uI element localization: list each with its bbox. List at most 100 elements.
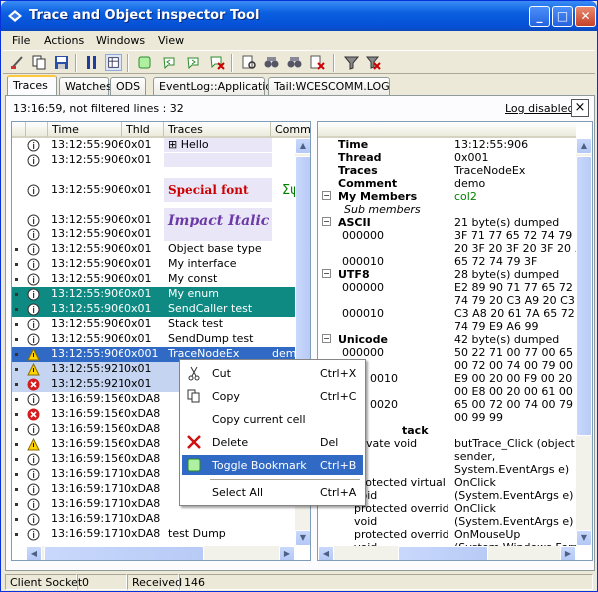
table-row[interactable]: 13:12:55:906 0x01 My const xyxy=(12,272,295,287)
tab-watches[interactable]: Watches xyxy=(59,77,112,95)
save-icon[interactable] xyxy=(53,54,70,71)
menu-view[interactable]: View xyxy=(158,34,184,47)
tab-eventlog[interactable]: EventLog::Application xyxy=(153,77,279,95)
scroll-thumb[interactable] xyxy=(576,156,592,436)
inspector-row[interactable]: Sub members xyxy=(318,203,576,216)
inspector-value: (System.EventArgs e) xyxy=(454,489,574,502)
tab-tail-log[interactable]: Tail:WCESCOMM.LOG xyxy=(268,77,390,95)
inspector-row[interactable]: Traces TraceNodeEx xyxy=(318,164,576,177)
inspector-row[interactable]: − UTF8 28 byte(s) dumped xyxy=(318,268,576,281)
menu-item-toggle-bookmark[interactable]: Toggle Bookmark Ctrl+B xyxy=(182,455,363,475)
copy-icon[interactable] xyxy=(31,54,48,71)
next-bookmark-icon[interactable] xyxy=(185,54,202,71)
previous-bookmark-icon[interactable] xyxy=(161,54,178,71)
inspector-horizontal-scrollbar[interactable]: ◀ ▶ xyxy=(318,546,576,560)
inspector-row[interactable]: 000010 65 72 74 79 3F xyxy=(318,255,576,268)
inspector-row[interactable]: 74 79 20 C3 A9 20 C3... xyxy=(318,294,576,307)
table-row[interactable]: 13:16:59:171 0xDA8 test Dump xyxy=(12,527,295,542)
column-header-traces[interactable]: Traces xyxy=(164,122,271,138)
minimize-button[interactable]: _ xyxy=(529,6,550,27)
bookmark-icon[interactable] xyxy=(136,54,153,71)
scroll-down-button[interactable]: ▼ xyxy=(295,530,310,546)
inspector-row[interactable]: Thread 0x001 xyxy=(318,151,576,164)
collapse-icon[interactable]: − xyxy=(322,334,331,343)
column-header-time[interactable]: Time xyxy=(48,122,122,138)
scroll-left-button[interactable]: ◀ xyxy=(318,546,334,560)
inspector-row[interactable]: void (System.EventArgs e) xyxy=(318,515,576,528)
clear-filter-icon[interactable] xyxy=(365,54,382,71)
scroll-left-button[interactable]: ◀ xyxy=(26,546,42,560)
menu-item-shortcut: Ctrl+C xyxy=(320,390,357,403)
arrow-right-icon: ▶ xyxy=(283,549,291,558)
table-row[interactable]: 13:12:55:906 0x01 ⊞ Hello xyxy=(12,138,295,153)
column-header-comment[interactable]: Commer xyxy=(271,122,310,138)
scroll-right-button[interactable]: ▶ xyxy=(279,546,295,560)
menu-item-cut[interactable]: Cut Ctrl+X xyxy=(182,363,363,383)
inspector-row[interactable]: 74 79 E9 A6 99 xyxy=(318,320,576,333)
collapse-icon[interactable]: − xyxy=(322,191,331,200)
menu-item-copy[interactable]: Copy Ctrl+C xyxy=(182,386,363,406)
column-header-thread[interactable]: Thld xyxy=(122,122,164,138)
menu-actions[interactable]: Actions xyxy=(44,34,84,47)
table-row[interactable]: 13:12:55:906 0x01 My interface xyxy=(12,257,295,272)
window-title: Trace and Object inspector Tool xyxy=(29,8,260,23)
tab-ods[interactable]: ODS xyxy=(110,77,146,95)
log-disabled-link[interactable]: Log disabled xyxy=(505,102,574,115)
title-bar[interactable]: Trace and Object inspector Tool _ □ ✕ xyxy=(1,1,597,31)
search-icon[interactable] xyxy=(241,54,258,71)
table-row[interactable]: 13:12:55:906 0x01 xyxy=(12,153,295,168)
collapse-icon[interactable]: − xyxy=(322,217,331,226)
inspector-row[interactable]: 000000 3F 71 77 65 72 74 79 xyxy=(318,229,576,242)
table-row[interactable]: 13:12:55:906 0x01 Object base type xyxy=(12,242,295,257)
scroll-up-button[interactable]: ▲ xyxy=(295,138,310,154)
expand-icon[interactable]: ⊞ xyxy=(168,138,181,151)
clear-bookmarks-icon[interactable] xyxy=(209,54,226,71)
inspector-row[interactable]: 20 3F 20 3F 20 3F 20 ... xyxy=(318,242,576,255)
menu-file[interactable]: File xyxy=(12,34,30,47)
clear-search-icon[interactable] xyxy=(309,54,326,71)
inspector-row[interactable]: 000000 E2 89 90 71 77 65 72 xyxy=(318,281,576,294)
scroll-down-button[interactable]: ▼ xyxy=(576,530,592,546)
scroll-right-button[interactable]: ▶ xyxy=(560,546,576,560)
collapse-icon[interactable]: − xyxy=(322,269,331,278)
row-marker-icon xyxy=(15,533,18,536)
table-row[interactable]: 13:12:55:9060x01 Special font Σψ xyxy=(12,178,295,203)
inspector-row[interactable]: − My Members col2 xyxy=(318,190,576,203)
menu-item-copy-current-cell[interactable]: Copy current cell xyxy=(182,409,363,429)
maximize-button[interactable]: □ xyxy=(552,6,573,27)
inspector-vertical-scrollbar[interactable]: ▲ ▼ xyxy=(576,138,592,546)
menu-windows[interactable]: Windows xyxy=(96,34,145,47)
filter-icon[interactable] xyxy=(343,54,360,71)
table-row[interactable]: 13:12:55:906 0x01 xyxy=(12,227,295,242)
inspector-row[interactable]: Time 13:12:55:906 xyxy=(318,138,576,151)
menu-item-select-all[interactable]: Select All Ctrl+A xyxy=(182,482,363,502)
table-row[interactable]: 13:12:55:906 0x01 Stack test xyxy=(12,317,295,332)
find-previous-icon[interactable] xyxy=(286,54,303,71)
info-icon xyxy=(27,453,40,466)
inspector-row[interactable]: − Unicode 42 byte(s) dumped xyxy=(318,333,576,346)
columns-icon[interactable] xyxy=(105,54,122,71)
tab-traces[interactable]: Traces xyxy=(7,75,57,96)
inspector-row[interactable]: Comment demo xyxy=(318,177,576,190)
inspector-row[interactable]: − ASCII 21 byte(s) dumped xyxy=(318,216,576,229)
inspector-row[interactable]: 000000 50 22 71 00 77 00 65 xyxy=(318,346,576,359)
scroll-thumb[interactable] xyxy=(44,546,204,560)
close-button[interactable]: ✕ xyxy=(575,6,596,27)
table-row[interactable]: 13:12:55:906 0x01 SendDump test xyxy=(12,332,295,347)
clear-icon[interactable] xyxy=(9,54,26,71)
table-row[interactable]: 13:12:55:906 0x01 My enum xyxy=(12,287,295,302)
table-row[interactable]: 13:12:55:906 0x01 SendCaller test xyxy=(12,302,295,317)
pause-icon[interactable] xyxy=(83,54,100,71)
info-icon xyxy=(27,468,40,481)
close-info-button[interactable]: × xyxy=(571,99,589,117)
table-row[interactable]: 13:16:59:171 0xDA8 xyxy=(12,512,295,527)
inspector-row[interactable]: 000010 C3 A8 20 61 7A 65 72 xyxy=(318,307,576,320)
inspector-row[interactable]: protected override OnMouseUp xyxy=(318,528,576,541)
scroll-up-button[interactable]: ▲ xyxy=(576,138,592,154)
trace-text: My interface xyxy=(168,257,237,270)
menu-item-delete[interactable]: Delete Del xyxy=(182,432,363,452)
find-next-icon[interactable] xyxy=(263,54,280,71)
grid-horizontal-scrollbar[interactable]: ◀ ▶ xyxy=(26,546,295,560)
scroll-thumb[interactable] xyxy=(398,546,488,560)
cell-thread: 0xDA8 xyxy=(124,452,161,465)
